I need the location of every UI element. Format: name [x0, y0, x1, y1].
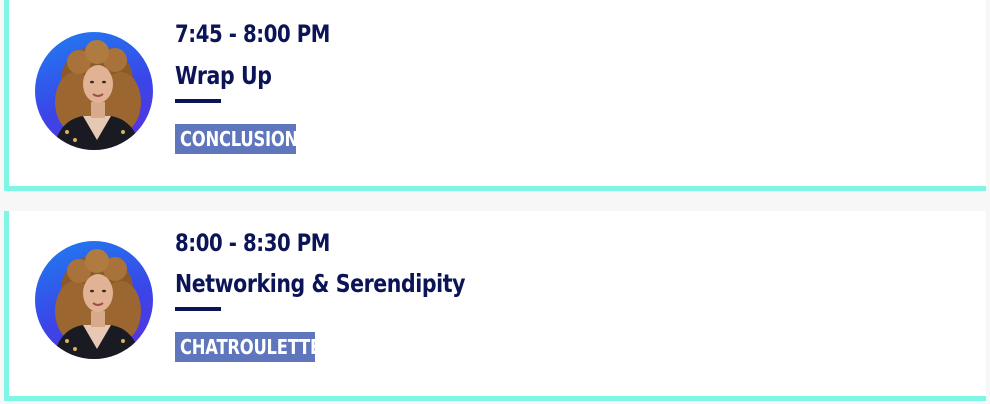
- speaker-avatar: [35, 241, 153, 359]
- session-card: 7:45 - 8:00 PM Wrap Up CONCLUSION: [4, 0, 986, 191]
- title-underline: [175, 99, 221, 103]
- session-time: 7:45 - 8:00 PM: [175, 20, 330, 48]
- session-title: Networking & Serendipity: [175, 269, 466, 298]
- session-tag[interactable]: CHATROULETTE: [175, 332, 321, 362]
- speaker-portrait-image: [53, 249, 141, 359]
- session-tag-label: CONCLUSION: [180, 127, 299, 151]
- session-time: 8:00 - 8:30 PM: [175, 229, 330, 257]
- session-title: Wrap Up: [175, 61, 272, 90]
- speaker-portrait-image: [53, 40, 141, 150]
- session-tag[interactable]: CONCLUSION: [175, 124, 299, 154]
- session-tag-label: CHATROULETTE: [180, 335, 321, 359]
- title-underline: [175, 307, 221, 311]
- session-card: 8:00 - 8:30 PM Networking & Serendipity …: [4, 211, 986, 401]
- agenda-schedule: 7:45 - 8:00 PM Wrap Up CONCLUSION 8:00 -…: [0, 0, 990, 404]
- speaker-avatar: [35, 32, 153, 150]
